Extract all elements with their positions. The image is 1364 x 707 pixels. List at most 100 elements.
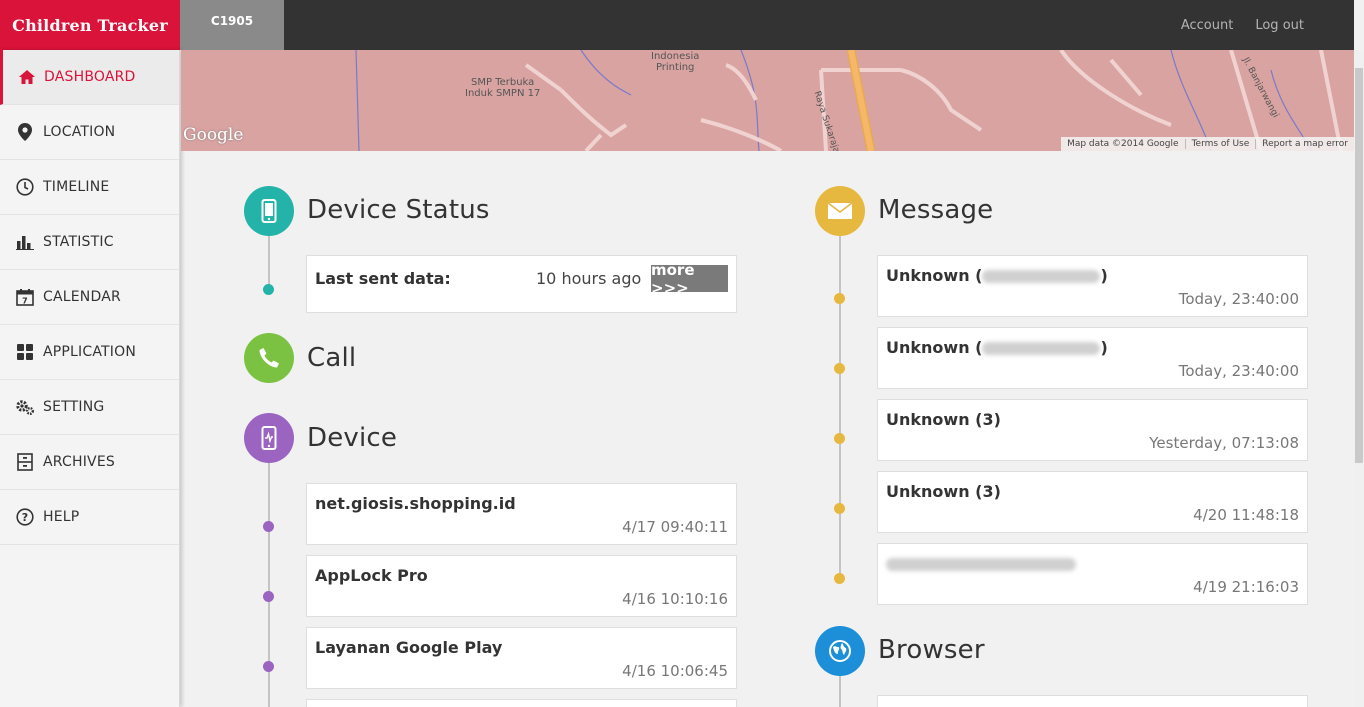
sidebar-item-label: HELP (43, 509, 80, 525)
grid-icon (15, 342, 35, 362)
top-bar: Children Tracker C1905 Account Log out (0, 0, 1354, 50)
device-tab[interactable]: C1905 (180, 0, 284, 50)
timeline-dot (263, 591, 274, 602)
last-sent-value: 10 hours ago (536, 269, 642, 288)
brand-logo[interactable]: Children Tracker (0, 0, 180, 50)
logout-link[interactable]: Log out (1255, 18, 1304, 33)
map-footer: Map data ©2014 Google Terms of Use Repor… (1061, 137, 1354, 151)
home-icon (17, 67, 37, 87)
calendar-icon: 7 (15, 287, 35, 307)
svg-text:7: 7 (22, 296, 28, 305)
map-roads (355, 50, 1343, 151)
sidebar-item-label: ARCHIVES (43, 454, 115, 470)
location-map[interactable]: Indonesia Printing SMP Terbuka Induk SMPN … (181, 50, 1354, 151)
message-title: Message (878, 195, 994, 225)
redacted-sender (886, 558, 1076, 571)
timeline-dot (263, 521, 274, 532)
scrollbar-thumb[interactable] (1355, 68, 1363, 463)
device-item-name: AppLock Pro (315, 566, 428, 585)
call-title: Call (307, 343, 357, 373)
device-list-item[interactable]: Layanan Google Play 4/16 10:06:45 (306, 627, 737, 689)
map-report-link[interactable]: Report a map error (1255, 139, 1354, 149)
sidebar-item-archives[interactable]: ARCHIVES (0, 435, 179, 490)
help-icon: ? (15, 507, 35, 527)
message-time: 4/20 11:48:18 (1193, 506, 1299, 524)
device-item-name: net.giosis.shopping.id (315, 494, 516, 513)
timeline-dot (263, 284, 274, 295)
message-time: Today, 23:40:00 (1178, 290, 1299, 308)
phone-icon (244, 333, 294, 383)
sidebar-item-label: STATISTIC (43, 234, 114, 250)
device-list-item[interactable]: AppLock Pro 4/16 10:10:16 (306, 555, 737, 617)
message-sender (886, 554, 1076, 573)
sidebar-item-setting[interactable]: SETTING (0, 380, 179, 435)
message-list-item[interactable]: Unknown (3) Yesterday, 07:13:08 (877, 399, 1308, 461)
sidebar-item-label: APPLICATION (43, 344, 137, 360)
sidebar-item-label: LOCATION (43, 124, 116, 140)
svg-text:?: ? (22, 511, 29, 524)
timeline-line (839, 235, 841, 580)
redacted-number (982, 342, 1101, 355)
message-list-item[interactable]: Unknown () Today, 23:40:00 (877, 327, 1308, 389)
sidebar-item-application[interactable]: APPLICATION (0, 325, 179, 380)
timeline-dot (834, 573, 845, 584)
sidebar: DASHBOARD LOCATION TIMELINE STATISTIC 7 … (0, 50, 180, 707)
sidebar-item-help[interactable]: ? HELP (0, 490, 179, 545)
message-sender: Unknown (3) (886, 410, 1001, 429)
timeline-dot (834, 363, 845, 374)
message-sender: Unknown () (886, 338, 1108, 357)
browser-title: Browser (878, 635, 985, 665)
top-links: Account Log out (1181, 0, 1304, 50)
gears-icon (15, 397, 35, 417)
bar-chart-icon (15, 232, 35, 252)
more-button[interactable]: more >>> (651, 261, 728, 297)
message-time: Yesterday, 07:13:08 (1149, 434, 1299, 452)
message-time: Today, 23:40:00 (1178, 362, 1299, 380)
message-list-item[interactable]: 4/19 21:16:03 (877, 543, 1308, 605)
device-list-item[interactable]: net.giosis.shopping.id 4/17 09:40:11 (306, 483, 737, 545)
page-scrollbar[interactable] (1354, 50, 1364, 707)
device-item-time: 4/16 10:10:16 (622, 590, 728, 608)
google-logo: Google (183, 125, 244, 145)
message-list-item[interactable]: Unknown (3) 4/20 11:48:18 (877, 471, 1308, 533)
sidebar-item-label: SETTING (43, 399, 105, 415)
browser-list-item[interactable] (877, 695, 1308, 707)
sidebar-item-statistic[interactable]: STATISTIC (0, 215, 179, 270)
map-data-credit: Map data ©2014 Google (1067, 139, 1179, 149)
sidebar-item-dashboard[interactable]: DASHBOARD (0, 50, 179, 105)
map-pin-icon (15, 122, 35, 142)
timeline-dot (834, 433, 845, 444)
message-list-item[interactable]: Unknown () Today, 23:40:00 (877, 255, 1308, 317)
timeline-dot (834, 293, 845, 304)
envelope-icon (815, 186, 865, 236)
sidebar-item-location[interactable]: LOCATION (0, 105, 179, 160)
message-time: 4/19 21:16:03 (1193, 578, 1299, 596)
device-list-item[interactable] (306, 699, 737, 707)
device-status-icon (244, 186, 294, 236)
sidebar-item-calendar[interactable]: 7 CALENDAR (0, 270, 179, 325)
sidebar-item-label: CALENDAR (43, 289, 121, 305)
timeline-line (268, 235, 270, 290)
map-poi-label: SMP Terbuka Induk SMPN 17 (465, 77, 541, 99)
device-title: Device (307, 423, 398, 453)
map-poi-label: Indonesia Printing (651, 51, 700, 73)
sidebar-item-label: DASHBOARD (44, 69, 136, 85)
archive-icon (15, 452, 35, 472)
timeline-dot (834, 503, 845, 514)
device-activity-icon (244, 413, 294, 463)
timeline-dot (263, 661, 274, 672)
redacted-number (982, 270, 1101, 283)
device-status-title: Device Status (307, 195, 490, 225)
message-sender: Unknown (3) (886, 482, 1001, 501)
map-terms-link[interactable]: Terms of Use (1184, 139, 1256, 149)
account-link[interactable]: Account (1181, 18, 1234, 33)
last-sent-label: Last sent data: (315, 269, 451, 288)
clock-icon (15, 177, 35, 197)
globe-icon (815, 626, 865, 676)
device-item-time: 4/16 10:06:45 (622, 662, 728, 680)
sidebar-item-label: TIMELINE (43, 179, 110, 195)
device-item-time: 4/17 09:40:11 (622, 518, 728, 536)
sidebar-item-timeline[interactable]: TIMELINE (0, 160, 179, 215)
device-tab-label: C1905 (210, 14, 254, 28)
message-sender: Unknown () (886, 266, 1108, 285)
